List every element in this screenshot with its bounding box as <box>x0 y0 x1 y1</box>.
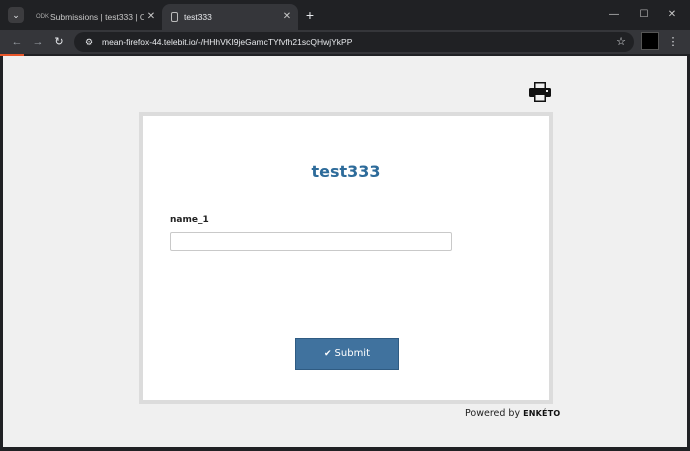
minimize-icon[interactable]: — <box>604 6 624 24</box>
enketo-logo[interactable]: ENKÉTO <box>523 409 560 418</box>
form-container: test333 name_1 ✔ Submit <box>139 112 553 404</box>
bookmark-star-icon[interactable]: ☆ <box>616 34 626 50</box>
submit-label: Submit <box>334 348 371 359</box>
maximize-icon[interactable]: ☐ <box>634 6 654 24</box>
page-favicon-icon <box>171 12 178 22</box>
close-tab-icon[interactable]: ✕ <box>282 4 292 30</box>
new-tab-button[interactable]: + <box>303 7 317 23</box>
close-tab-icon[interactable]: ✕ <box>146 4 156 30</box>
url-text[interactable]: mean-firefox-44.telebit.io/-/HHhVKI9jeGa… <box>102 32 352 52</box>
close-window-icon[interactable]: ✕ <box>662 6 682 24</box>
forward-arrow-icon[interactable]: → <box>29 33 47 51</box>
tab-submissions[interactable]: ODK Submissions | test333 | ODK Ce ✕ <box>28 4 162 30</box>
browser-toolbar: ← → ↻ ⚙ mean-firefox-44.telebit.io/-/HHh… <box>0 30 690 54</box>
back-arrow-icon[interactable]: ← <box>8 33 26 51</box>
tab-search-button[interactable]: ⌄ <box>8 7 24 23</box>
check-icon: ✔ <box>323 349 332 359</box>
submit-button[interactable]: ✔ Submit <box>295 338 399 370</box>
site-info-icon[interactable]: ⚙ <box>82 35 96 49</box>
tab-test333[interactable]: test333 ✕ <box>162 4 298 30</box>
question-label: name_1 <box>170 215 209 225</box>
powered-by-text: Powered by <box>465 408 521 419</box>
odk-favicon-icon: ODK <box>36 14 50 20</box>
reload-icon[interactable]: ↻ <box>50 33 68 51</box>
menu-dots-icon[interactable]: ⋮ <box>666 33 680 51</box>
tab-strip: ⌄ ODK Submissions | test333 | ODK Ce ✕ t… <box>0 0 690 30</box>
address-bar[interactable]: ⚙ mean-firefox-44.telebit.io/-/HHhVKI9je… <box>74 32 634 52</box>
form-title: test333 <box>311 162 381 181</box>
browser-window: ⌄ ODK Submissions | test333 | ODK Ce ✕ t… <box>0 0 690 451</box>
tab-title: test333 <box>184 12 212 22</box>
tab-title: Submissions | test333 | ODK Ce <box>50 12 144 22</box>
profile-avatar[interactable] <box>641 32 659 50</box>
name-1-input[interactable] <box>170 232 452 251</box>
printer-icon[interactable] <box>529 82 551 102</box>
page-viewport: test333 name_1 ✔ Submit Powered by ENKÉTO <box>0 56 690 451</box>
powered-by-footer[interactable]: Powered by ENKÉTO <box>465 408 560 419</box>
